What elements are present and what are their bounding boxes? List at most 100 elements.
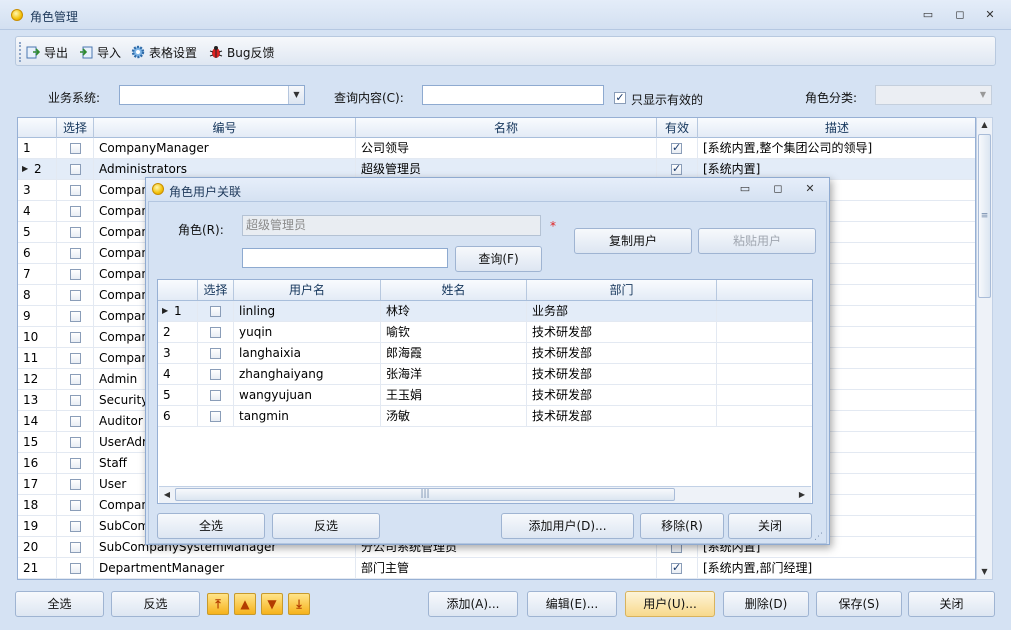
dialog-select-all-button[interactable]: 全选 [157, 513, 265, 539]
col-code[interactable]: 编号 [94, 118, 356, 138]
add-user-button[interactable]: 添加用户(D)... [501, 513, 634, 539]
row-select-checkbox[interactable] [70, 332, 81, 343]
ucol-name[interactable]: 姓名 [381, 280, 527, 300]
row-name: 公司领导 [356, 138, 657, 159]
scroll-down-icon[interactable]: ▼ [977, 565, 992, 579]
dialog-invert-button[interactable]: 反选 [272, 513, 380, 539]
only-valid-checkbox[interactable]: ✓ [614, 92, 626, 104]
table-row[interactable]: 21 DepartmentManager 部门主管 [系统内置,部门经理] [18, 558, 975, 579]
copy-users-button[interactable]: 复制用户 [574, 228, 692, 254]
search-button[interactable]: 查询(F) [455, 246, 542, 272]
row-valid-checkbox[interactable] [671, 561, 682, 574]
add-button[interactable]: 添加(A)... [428, 591, 518, 617]
paste-users-button[interactable]: 粘贴用户 [698, 228, 816, 254]
business-system-select[interactable]: ▼ [119, 85, 305, 105]
roles-table-scrollbar[interactable]: ▲ ≡ ▼ [976, 117, 993, 580]
ucol-username[interactable]: 用户名 [234, 280, 381, 300]
user-row[interactable]: 1 linling 林玲 业务部 ▶ [158, 301, 812, 322]
row-select-checkbox[interactable] [70, 374, 81, 385]
user-row[interactable]: 6 tangmin 汤敏 技术研发部 [158, 406, 812, 427]
row-select-checkbox[interactable] [70, 311, 81, 322]
save-button[interactable]: 保存(S) [816, 591, 902, 617]
user-row[interactable]: 5 wangyujuan 王玉娟 技术研发部 [158, 385, 812, 406]
query-input[interactable] [422, 85, 604, 105]
users-table-hscrollbar[interactable]: ◀ ||| ▶ [159, 486, 811, 503]
chevron-down-icon[interactable]: ▼ [288, 86, 304, 104]
chevron-down-icon[interactable]: ▼ [975, 86, 991, 104]
dialog-maximize-button[interactable]: ◻ [768, 181, 788, 197]
table-row[interactable]: 1 CompanyManager 公司领导 [系统内置,整个集团公司的领导] [18, 138, 975, 159]
user-row[interactable]: 3 langhaixia 郎海霞 技术研发部 [158, 343, 812, 364]
col-valid[interactable]: 有效 [657, 118, 698, 138]
cell-divider [380, 322, 381, 343]
row-select-checkbox[interactable] [70, 248, 81, 259]
edit-button[interactable]: 编辑(E)... [527, 591, 617, 617]
col-select[interactable]: 选择 [57, 118, 94, 138]
row-select-checkbox[interactable] [70, 437, 81, 448]
row-select-checkbox[interactable] [70, 290, 81, 301]
row-select-checkbox[interactable] [70, 479, 81, 490]
row-select-checkbox[interactable] [70, 500, 81, 511]
remove-user-button[interactable]: 移除(R) [640, 513, 724, 539]
scroll-up-icon[interactable]: ▲ [977, 118, 992, 132]
row-select-checkbox[interactable] [70, 563, 81, 574]
row-select-checkbox[interactable] [70, 143, 81, 154]
dialog-minimize-button[interactable]: ▭ [735, 181, 755, 197]
user-button[interactable]: 用户(U)... [625, 591, 715, 617]
category-select[interactable]: ▼ [875, 85, 992, 105]
row-valid-checkbox[interactable] [671, 141, 682, 154]
user-select-checkbox[interactable] [210, 327, 221, 338]
user-row-name: 汤敏 [381, 406, 527, 427]
row-select-checkbox[interactable] [70, 269, 81, 280]
row-select-checkbox[interactable] [70, 458, 81, 469]
delete-button[interactable]: 删除(D) [723, 591, 809, 617]
row-select-checkbox[interactable] [70, 521, 81, 532]
resize-grip-icon[interactable]: ⋰ [814, 532, 823, 542]
col-desc[interactable]: 描述 [698, 118, 975, 138]
row-select-checkbox[interactable] [70, 185, 81, 196]
move-top-icon[interactable]: ⤒ [207, 593, 229, 615]
row-select-checkbox[interactable] [70, 206, 81, 217]
export-button[interactable]: 导出 [26, 42, 68, 62]
maximize-button[interactable]: ◻ [950, 7, 970, 23]
row-select-checkbox[interactable] [70, 164, 81, 175]
user-select-checkbox[interactable] [210, 411, 221, 422]
row-select-checkbox[interactable] [70, 353, 81, 364]
user-select-checkbox[interactable] [210, 348, 221, 359]
move-down-icon[interactable]: ▼ [261, 593, 283, 615]
ucol-select[interactable]: 选择 [198, 280, 234, 300]
row-select-checkbox[interactable] [70, 542, 81, 553]
close-window-button[interactable]: ✕ [980, 7, 1000, 23]
row-number: 7 [18, 264, 57, 285]
ucol-dept[interactable]: 部门 [527, 280, 717, 300]
dialog-close-action-button[interactable]: 关闭 [728, 513, 812, 539]
cell-divider [233, 301, 234, 322]
user-row[interactable]: 4 zhanghaiyang 张海洋 技术研发部 [158, 364, 812, 385]
hscroll-thumb[interactable]: ||| [175, 488, 675, 501]
row-number: 15 [18, 432, 57, 453]
select-all-button[interactable]: 全选 [15, 591, 104, 617]
invert-selection-button[interactable]: 反选 [111, 591, 200, 617]
move-bottom-icon[interactable]: ⤓ [288, 593, 310, 615]
user-select-checkbox[interactable] [210, 306, 221, 317]
minimize-button[interactable]: ▭ [918, 7, 938, 23]
col-name[interactable]: 名称 [356, 118, 657, 138]
row-select-checkbox[interactable] [70, 416, 81, 427]
bug-report-button[interactable]: Bug反馈 [209, 42, 274, 62]
row-select-checkbox[interactable] [70, 395, 81, 406]
table-settings-button[interactable]: 表格设置 [131, 42, 197, 62]
user-search-input[interactable] [242, 248, 448, 268]
user-select-checkbox[interactable] [210, 390, 221, 401]
user-select-checkbox[interactable] [210, 369, 221, 380]
close-button[interactable]: 关闭 [908, 591, 995, 617]
move-up-icon[interactable]: ▲ [234, 593, 256, 615]
scroll-left-icon[interactable]: ◀ [161, 488, 173, 502]
row-select-checkbox[interactable] [70, 227, 81, 238]
import-button[interactable]: 导入 [79, 42, 121, 62]
dialog-close-button[interactable]: ✕ [800, 181, 820, 197]
row-valid-checkbox[interactable] [671, 162, 682, 175]
scroll-thumb[interactable]: ≡ [978, 134, 991, 298]
scroll-right-icon[interactable]: ▶ [796, 488, 808, 502]
user-row[interactable]: 2 yuqin 喻钦 技术研发部 [158, 322, 812, 343]
row-code: CompanyManager [94, 138, 356, 159]
